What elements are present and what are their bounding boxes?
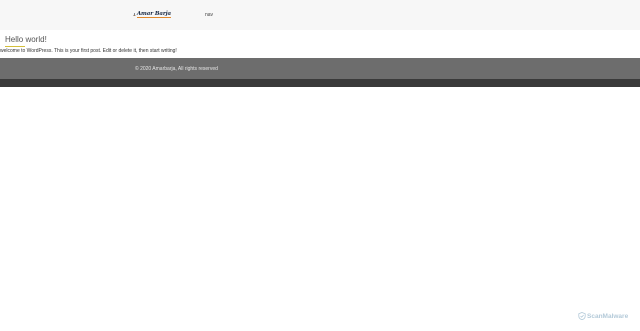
post-body: welcome to WordPress. This is your first… <box>0 48 177 54</box>
logo-text: Amar Barja <box>136 11 171 18</box>
footer-bottom-bar <box>0 79 640 87</box>
title-underline <box>5 46 25 47</box>
nav-link[interactable]: nav <box>205 12 213 18</box>
logo-person-icon <box>133 13 136 16</box>
site-header: Amar Barja nav <box>0 0 640 30</box>
post-title[interactable]: Hello world! <box>5 35 47 44</box>
site-footer: © 2020 Amarbarja, All rights reserved <box>0 58 640 79</box>
site-logo[interactable]: Amar Barja <box>133 9 171 20</box>
shield-icon <box>578 312 586 320</box>
scanmalware-watermark: ScanMalware <box>578 312 628 320</box>
copyright-text: © 2020 Amarbarja, All rights reserved <box>135 66 218 72</box>
watermark-text: ScanMalware <box>587 312 629 320</box>
